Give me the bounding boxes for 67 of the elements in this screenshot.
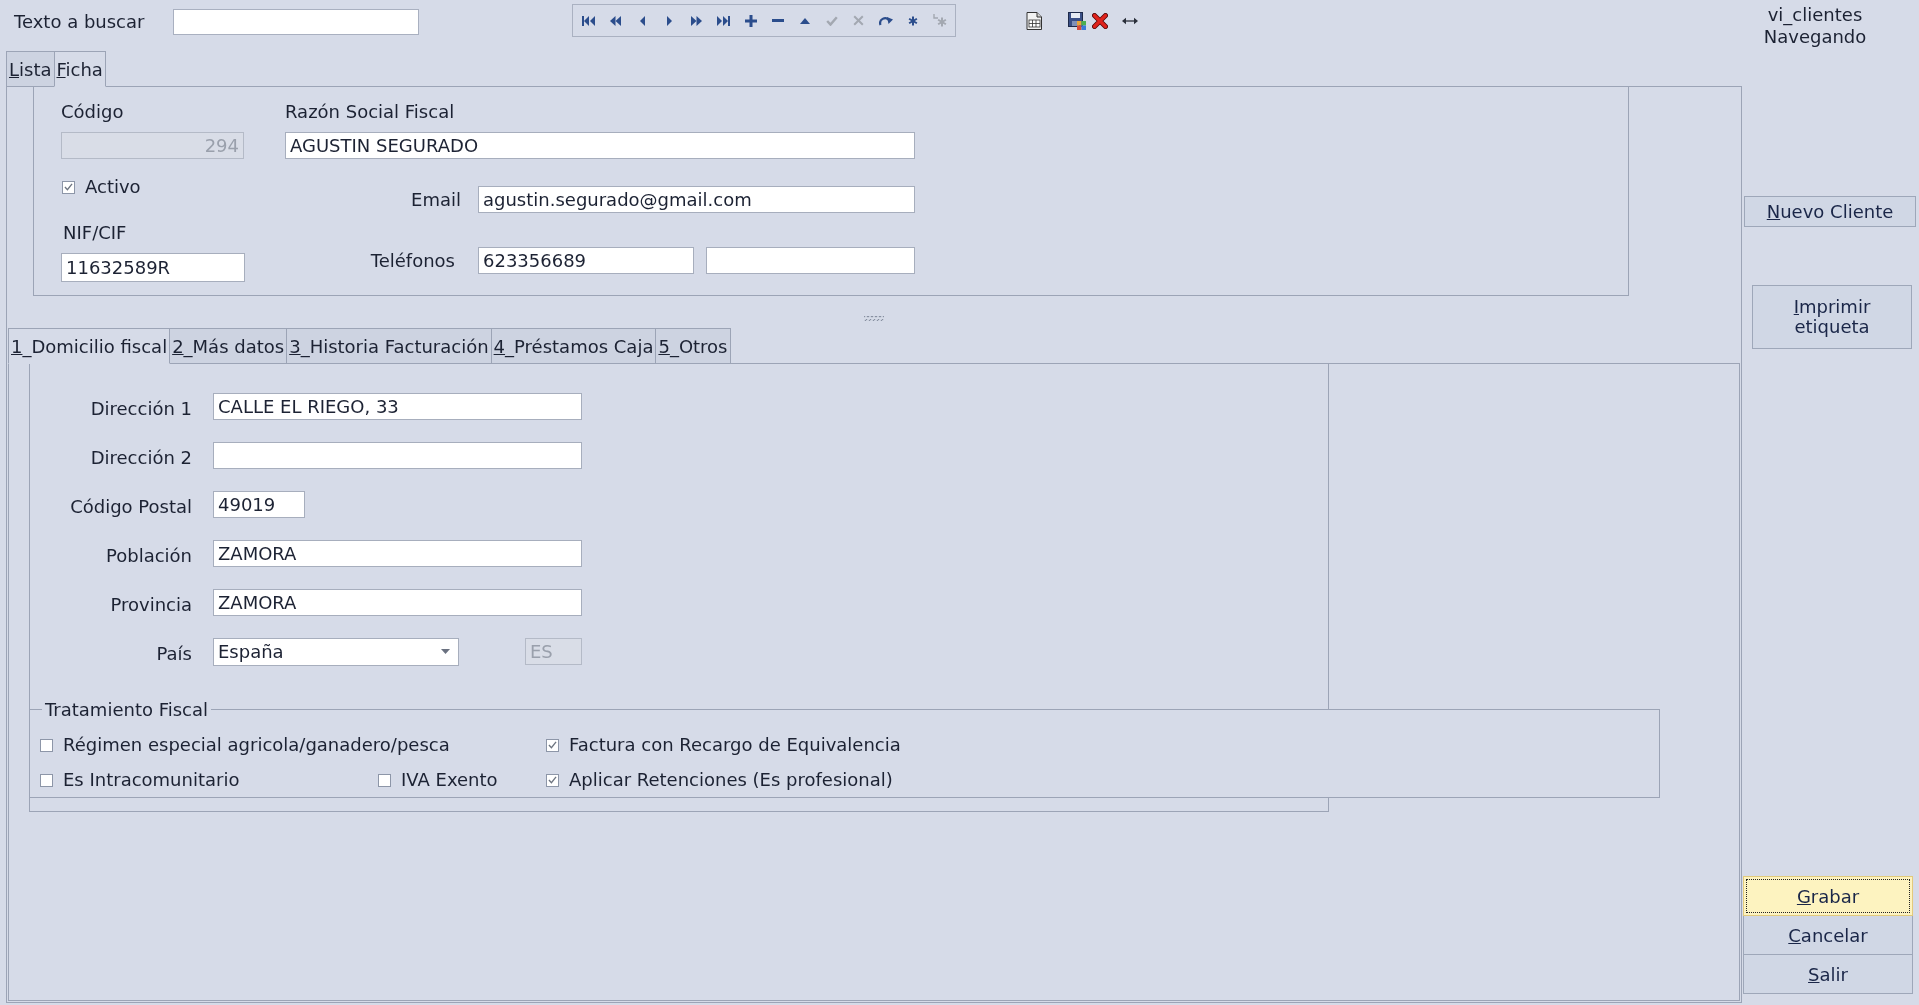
checkbox-label: IVA Exento xyxy=(401,769,498,791)
field-label: Dirección 1 xyxy=(89,396,192,420)
tab[interactable]: Lista xyxy=(6,51,55,86)
action-button[interactable]: Cancelar xyxy=(1743,915,1913,955)
checkbox[interactable] xyxy=(378,773,391,787)
tab[interactable]: 1_Domicilio fiscal xyxy=(8,328,171,364)
caret-down-icon xyxy=(441,649,450,654)
text-field[interactable]: agustin.segurado@gmail.com xyxy=(478,186,915,213)
checkbox[interactable] xyxy=(40,738,53,752)
minus-icon[interactable] xyxy=(771,19,784,22)
field-label: Dirección 2 xyxy=(89,445,192,469)
action-button[interactable]: Salir xyxy=(1743,954,1913,994)
tab[interactable]: 4_Préstamos Caja xyxy=(490,328,657,363)
text-field[interactable] xyxy=(706,247,915,274)
text-field[interactable] xyxy=(213,442,582,469)
splitter-grip[interactable] xyxy=(864,316,884,321)
asterisk-icon[interactable] xyxy=(907,15,918,26)
text-field[interactable]: ZAMORA xyxy=(213,540,582,567)
horizontal-arrows-icon[interactable] xyxy=(1122,16,1138,25)
field-label: País xyxy=(155,641,192,665)
action-button[interactable]: Grabar xyxy=(1743,876,1913,916)
search-field[interactable] xyxy=(173,9,419,35)
print-label-button[interactable]: Imprimir etiqueta xyxy=(1752,285,1912,349)
field-label: Teléfonos xyxy=(369,249,455,272)
new-client-button[interactable]: Nuevo Cliente xyxy=(1744,196,1916,227)
checkbox-label: Es Intracomunitario xyxy=(63,769,240,791)
double-left-arrow-icon[interactable] xyxy=(610,15,621,26)
search-label: Texto a buscar xyxy=(14,11,146,33)
field-label: Población xyxy=(105,543,192,567)
skip-to-end-icon[interactable] xyxy=(717,15,730,26)
checkbox-label: Factura con Recargo de Equivalencia xyxy=(569,734,901,756)
checkbox-label: Régimen especial agricola/ganadero/pesca xyxy=(63,734,450,756)
right-triangle-icon[interactable] xyxy=(667,15,672,26)
checkbox[interactable] xyxy=(546,773,559,787)
field-label: Razón Social Fiscal xyxy=(285,101,455,123)
tab[interactable]: 5_Otros xyxy=(655,328,731,363)
field-label: Provincia xyxy=(109,592,192,616)
field-label: Código Postal xyxy=(69,494,192,518)
text-field[interactable]: ZAMORA xyxy=(213,589,582,616)
checkbox[interactable] xyxy=(546,738,559,752)
delete-icon[interactable] xyxy=(1092,12,1108,29)
redo-arrow-icon[interactable] xyxy=(878,15,893,26)
text-field[interactable]: 49019 xyxy=(213,491,305,518)
tab[interactable]: Ficha xyxy=(53,51,106,87)
left-triangle-icon[interactable] xyxy=(640,15,645,26)
dropdown[interactable]: España xyxy=(213,637,459,666)
text-field[interactable]: AGUSTIN SEGURADO xyxy=(285,132,915,159)
text-field[interactable]: 11632589R xyxy=(61,253,245,282)
field-label: Código xyxy=(61,101,124,123)
field-label: NIF/CIF xyxy=(63,222,127,244)
tab[interactable]: 2_Más datos xyxy=(169,328,288,363)
checkbox[interactable] xyxy=(40,773,53,787)
text-field[interactable]: 623356689 xyxy=(478,247,694,274)
checkbox[interactable] xyxy=(62,180,75,194)
field-label: Email xyxy=(410,188,461,211)
checkbox-label: Aplicar Retenciones (Es profesional) xyxy=(569,769,893,791)
up-triangle-icon[interactable] xyxy=(799,17,810,24)
mode-status: Navegando xyxy=(1763,26,1867,48)
double-right-arrow-icon[interactable] xyxy=(691,15,702,26)
skip-to-start-icon[interactable] xyxy=(582,15,595,26)
text-field[interactable]: CALLE EL RIEGO, 33 xyxy=(213,393,582,420)
spreadsheet-document-icon[interactable] xyxy=(1026,11,1042,30)
group-title: Tratamiento Fiscal xyxy=(44,699,210,720)
checkbox-label: Activo xyxy=(85,176,141,198)
view-name: vi_clientes xyxy=(1767,4,1863,26)
plus-icon[interactable] xyxy=(744,14,757,27)
tab[interactable]: 3_Historia Facturación xyxy=(286,328,492,363)
